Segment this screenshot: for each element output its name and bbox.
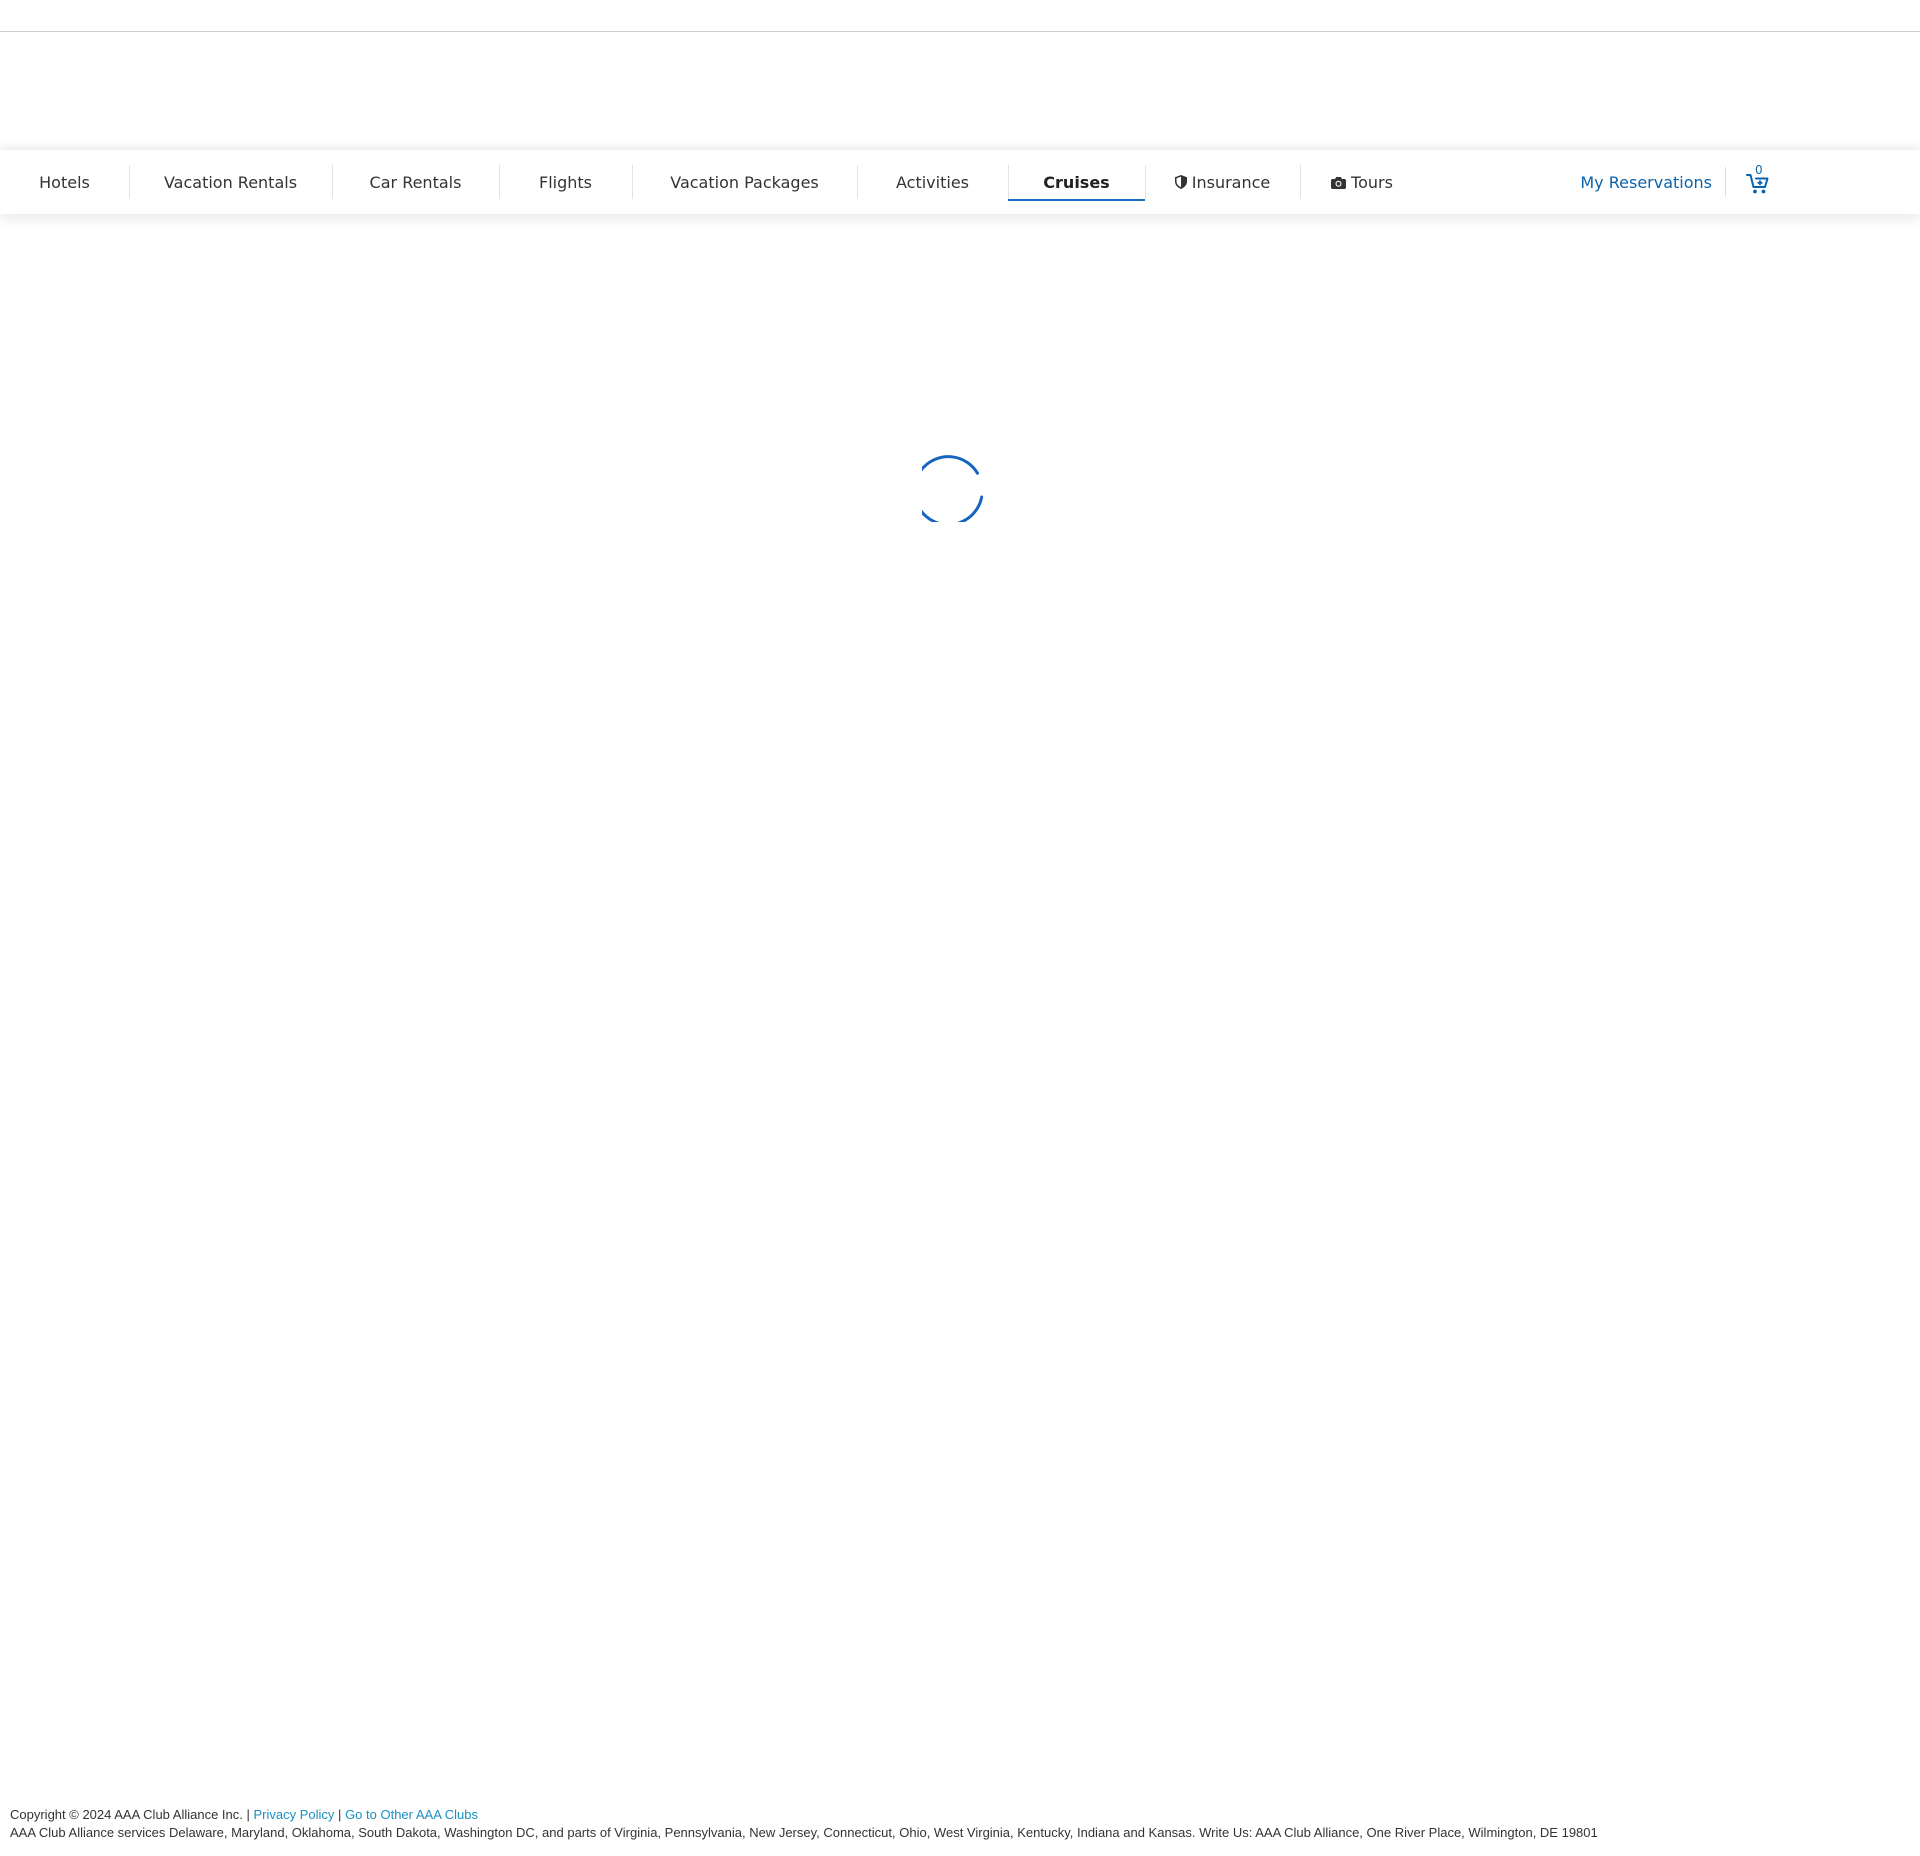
tab-vacation-packages-label: Vacation Packages xyxy=(670,172,819,192)
footer-line-1: Copyright © 2024 AAA Club Alliance Inc. … xyxy=(10,1806,1910,1824)
tab-vacation-packages[interactable]: Vacation Packages xyxy=(632,163,857,201)
footer-separator: | xyxy=(338,1807,342,1822)
tab-tours-label: Tours xyxy=(1351,172,1393,192)
camera-icon xyxy=(1331,176,1347,189)
cart-icon xyxy=(1746,174,1769,194)
tab-cruises[interactable]: Cruises xyxy=(1008,163,1145,201)
tab-hotels-label: Hotels xyxy=(39,172,90,192)
tab-insurance-label: Insurance xyxy=(1191,172,1271,192)
main-navbar: Hotels Vacation Rentals Car Rentals Flig… xyxy=(0,150,1920,214)
shield-icon xyxy=(1174,175,1187,189)
tab-car-rentals-label: Car Rentals xyxy=(369,172,462,192)
nav-tabs: Hotels Vacation Rentals Car Rentals Flig… xyxy=(0,150,1424,214)
header-area xyxy=(0,32,1920,150)
loading-spinner xyxy=(912,450,994,527)
tab-vacation-rentals-label: Vacation Rentals xyxy=(163,172,298,192)
privacy-policy-link[interactable]: Privacy Policy xyxy=(254,1807,335,1822)
tab-tours[interactable]: Tours xyxy=(1300,163,1424,201)
tab-hotels[interactable]: Hotels xyxy=(0,163,129,201)
tab-insurance[interactable]: Insurance xyxy=(1145,163,1300,201)
tab-activities[interactable]: Activities xyxy=(857,163,1008,201)
other-clubs-link[interactable]: Go to Other AAA Clubs xyxy=(345,1807,478,1822)
page-footer: Copyright © 2024 AAA Club Alliance Inc. … xyxy=(10,1806,1910,1842)
copyright-text: Copyright © 2024 AAA Club Alliance Inc. … xyxy=(10,1807,250,1822)
tab-car-rentals[interactable]: Car Rentals xyxy=(332,163,499,201)
cart-button[interactable]: 0 xyxy=(1746,163,1772,197)
tab-vacation-rentals[interactable]: Vacation Rentals xyxy=(129,163,332,201)
tab-cruises-label: Cruises xyxy=(1043,172,1110,192)
tab-activities-label: Activities xyxy=(896,172,969,192)
tab-flights-label: Flights xyxy=(539,172,592,192)
spinner-icon xyxy=(912,455,984,527)
my-reservations-link[interactable]: My Reservations xyxy=(1580,167,1726,197)
nav-account-area: My Reservations 0 xyxy=(1580,150,1772,214)
footer-services-text: AAA Club Alliance services Delaware, Mar… xyxy=(10,1825,1598,1840)
tab-flights[interactable]: Flights xyxy=(499,163,632,201)
